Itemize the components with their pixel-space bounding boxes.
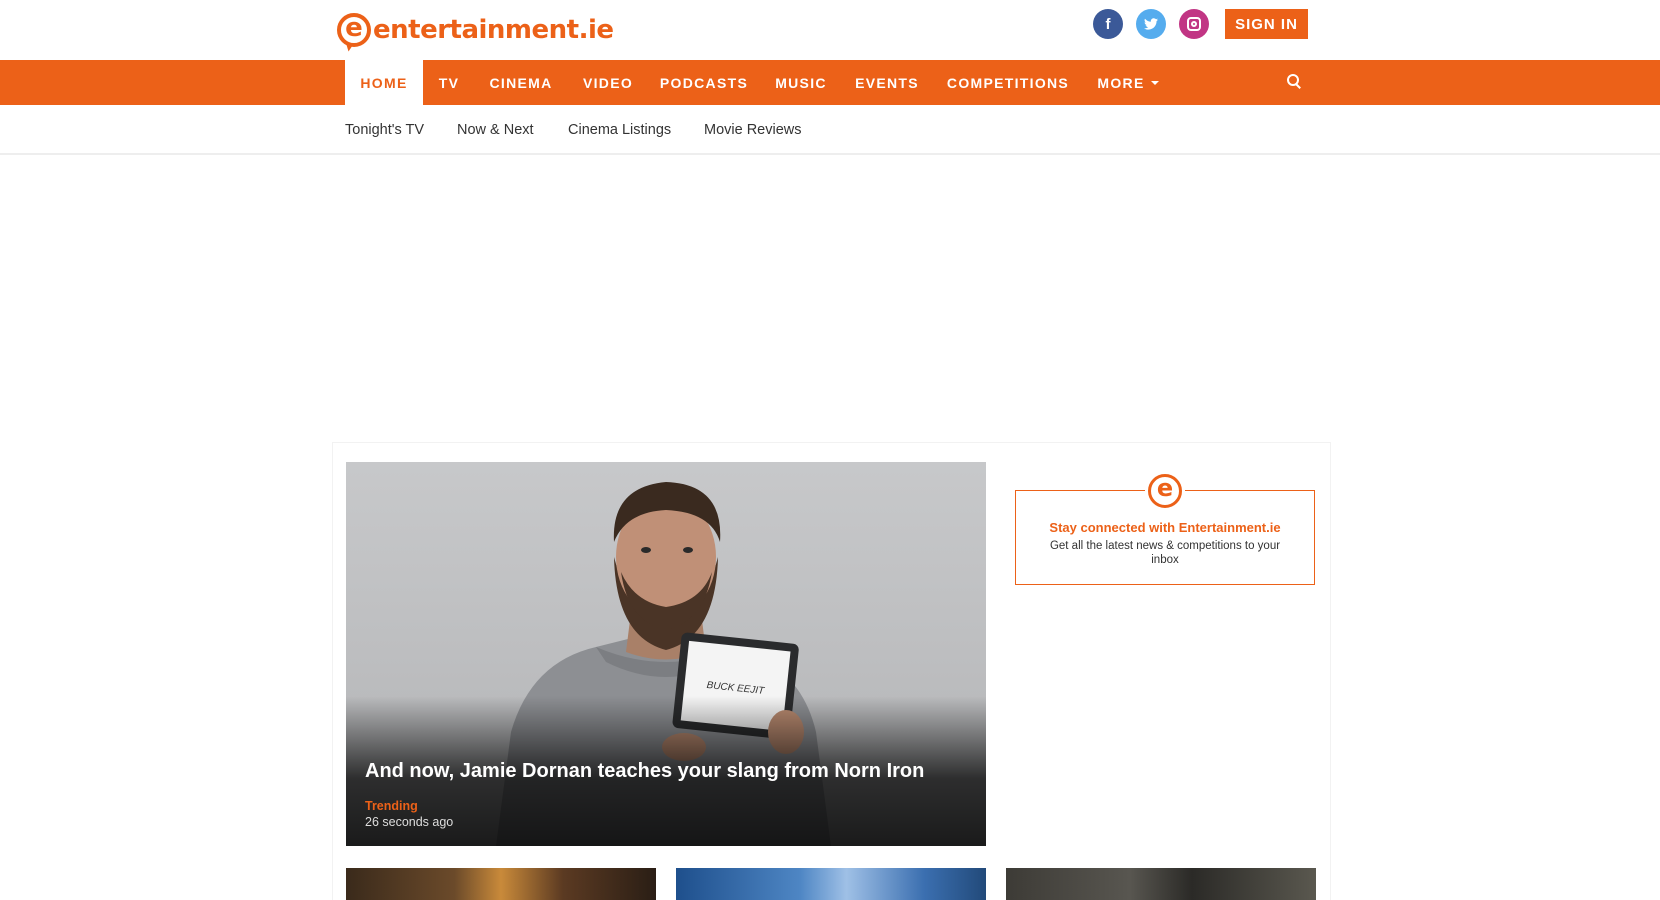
article-thumbnail[interactable] [676, 868, 986, 900]
subnav-item-cinema-listings[interactable]: Cinema Listings [568, 105, 671, 155]
nav-item-home[interactable]: HOME [345, 60, 423, 105]
sub-nav: Tonight's TV Now & Next Cinema Listings … [0, 105, 1660, 155]
instagram-icon[interactable] [1179, 9, 1209, 39]
main-nav: HOME TV CINEMA VIDEO PODCASTS MUSIC EVEN… [0, 60, 1660, 105]
ad-space [0, 157, 1660, 440]
hero-article[interactable]: BUCK EEJIT And now, Jamie Dornan teaches… [346, 462, 986, 846]
caret-down-icon [1150, 80, 1159, 85]
logo-mark-icon: e [337, 13, 371, 47]
subnav-item-tonights-tv[interactable]: Tonight's TV [345, 105, 424, 155]
article-thumbnail[interactable] [346, 868, 656, 900]
subnav-item-movie-reviews[interactable]: Movie Reviews [704, 105, 802, 155]
logo-text: entertainment.ie [373, 15, 614, 45]
nav-item-video[interactable]: VIDEO [577, 60, 639, 105]
newsletter-logo-icon: e [1145, 471, 1185, 511]
nav-item-competitions[interactable]: COMPETITIONS [942, 60, 1074, 105]
nav-item-podcasts[interactable]: PODCASTS [657, 60, 751, 105]
article-thumbnail[interactable] [1006, 868, 1316, 900]
nav-item-events[interactable]: EVENTS [850, 60, 924, 105]
nav-item-music[interactable]: MUSIC [770, 60, 832, 105]
facebook-icon[interactable]: f [1093, 9, 1123, 39]
nav-item-more[interactable]: MORE [1093, 60, 1163, 105]
newsletter-text: Get all the latest news & competitions t… [1049, 540, 1281, 566]
sign-in-button[interactable]: SIGN IN [1225, 9, 1308, 39]
newsletter-title: Stay connected with Entertainment.ie [1049, 520, 1281, 535]
site-header: e entertainment.ie f SIGN IN [0, 0, 1660, 60]
nav-item-cinema[interactable]: CINEMA [484, 60, 558, 105]
twitter-icon[interactable] [1136, 9, 1166, 39]
hero-timestamp: 26 seconds ago [365, 815, 454, 829]
nav-item-tv[interactable]: TV [432, 60, 466, 105]
site-logo[interactable]: e entertainment.ie [337, 8, 614, 52]
hero-title[interactable]: And now, Jamie Dornan teaches your slang… [365, 758, 975, 784]
subnav-item-now-next[interactable]: Now & Next [457, 105, 534, 155]
search-icon[interactable] [1285, 72, 1303, 90]
nav-more-label: MORE [1097, 74, 1145, 91]
hero-category-tag[interactable]: Trending [365, 799, 418, 813]
